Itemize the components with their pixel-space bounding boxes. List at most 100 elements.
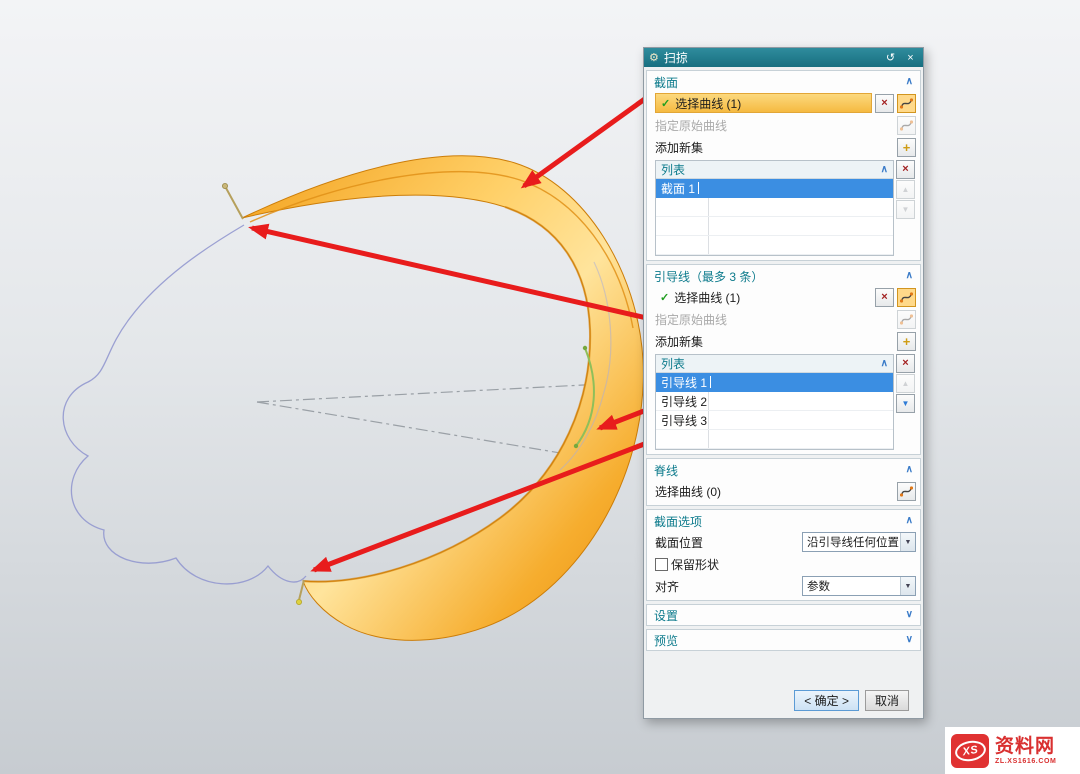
ok-button[interactable]: < 确定 > [794,690,859,711]
center-dash-line-upper [257,383,622,402]
alignment-dropdown[interactable]: 参数 ▼ [802,576,916,596]
expand-chevron-icon[interactable]: ∨ [906,635,913,645]
list-item-section-1[interactable]: 截面 1 [656,179,893,198]
guide-clear-selection-button[interactable]: × [875,288,894,307]
section-list-move-up-button: ▲ [896,180,915,199]
guide-list-header[interactable]: 列表 ∧ [656,355,893,373]
watermark-logo-text: XS [961,743,979,758]
guide-list-remove-button[interactable]: × [896,354,915,373]
settings-group-title: 设置 [654,607,906,624]
section-options-group: 截面选项 ∧ 截面位置 沿引导线任何位置 ▼ 保留形状 对齐 [646,509,921,601]
alignment-row: 对齐 参数 ▼ [647,575,920,597]
dropdown-arrow-icon: ▼ [900,533,915,551]
spine-group-header[interactable]: 脊线 ∧ [647,460,920,480]
cancel-button[interactable]: 取消 [865,690,909,711]
preserve-shape-checkbox[interactable] [655,558,668,571]
section-position-dropdown[interactable]: 沿引导线任何位置 ▼ [802,532,916,552]
settings-group-header[interactable]: 设置 ∨ [647,605,920,625]
guide-list-title: 列表 [661,355,881,372]
list-item-empty[interactable] [656,430,893,449]
list-item-label: 引导线 2 [661,393,707,410]
collapse-chevron-icon[interactable]: ∧ [906,516,913,526]
preserve-shape-label: 保留形状 [671,556,719,573]
check-icon: ✓ [660,291,669,304]
collapse-chevron-icon[interactable]: ∧ [881,359,888,369]
spine-select-curve-label: 选择曲线 (0) [655,483,721,500]
guide-select-curve-row: ✓ 选择曲线 (1) × [647,286,920,308]
guide-list-move-down-button[interactable]: ▼ [896,394,915,413]
check-icon: ✓ [661,97,670,110]
list-item-empty[interactable] [656,236,893,255]
section-clear-selection-button[interactable]: × [875,94,894,113]
list-item-guide-2[interactable]: 引导线 2 [656,392,893,411]
section-position-value: 沿引导线任何位置 [803,534,900,550]
list-item-guide-3[interactable]: 引导线 3 [656,411,893,430]
swept-surface[interactable] [242,156,643,641]
section-group-header[interactable]: 截面 ∧ [647,72,920,92]
gear-icon[interactable]: ⚙ [649,51,659,64]
list-item-label: 引导线 3 [661,412,707,429]
preview-group-header[interactable]: 预览 ∨ [647,630,920,650]
select-curve-icon [900,313,913,326]
list-item-label: 截面 1 [661,180,695,197]
section-list-title: 列表 [661,161,881,178]
guide-origin-curve-picker-button [897,310,916,329]
section-list-controls: × ▲ ▼ [896,160,916,219]
preview-group-title: 预览 [654,632,906,649]
list-item-guide-1[interactable]: 引导线 1 [656,373,893,392]
guide-list-body: 引导线 1 引导线 2 引导线 3 [656,373,893,449]
guide-select-curve-field[interactable]: ✓ 选择曲线 (1) [655,287,872,307]
sweep-dialog: ⚙ 扫掠 ↺ × 截面 ∧ ✓ 选择曲线 (1) × [643,47,924,719]
list-item-empty[interactable] [656,198,893,217]
section-options-title: 截面选项 [654,513,906,530]
watermark-brand: 资料网 [995,737,1055,756]
section-origin-curve-label: 指定原始曲线 [655,117,727,134]
expand-chevron-icon[interactable]: ∨ [906,610,913,620]
dialog-title: 扫掠 [664,49,878,66]
reset-icon[interactable]: ↺ [883,51,898,64]
section-curve-picker-button[interactable] [897,94,916,113]
guide-list-controls: × ▲ ▼ [896,354,916,413]
collapse-chevron-icon[interactable]: ∧ [881,165,888,175]
add-new-set-icon: + [903,141,911,154]
profile-spline-curve[interactable] [63,225,306,584]
section-position-label: 截面位置 [655,534,703,551]
spine-group: 脊线 ∧ 选择曲线 (0) [646,458,921,506]
collapse-chevron-icon[interactable]: ∧ [906,465,913,475]
top-tip-handle [226,188,243,219]
remove-icon: × [902,164,908,175]
select-curve-icon [900,119,913,132]
section-select-curve-row: ✓ 选择曲线 (1) × [647,92,920,114]
collapse-chevron-icon[interactable]: ∧ [906,77,913,87]
remove-icon: × [902,358,908,369]
collapse-chevron-icon[interactable]: ∧ [906,271,913,281]
watermark-text-block: 资料网 ZL.XS1616.COM [995,737,1056,765]
annotation-arrow-section-curve [524,88,660,186]
guide-curve-endpoint-top [583,346,587,350]
section-options-header[interactable]: 截面选项 ∧ [647,511,920,531]
guide-curve-picker-button[interactable] [897,288,916,307]
guide-add-set-button[interactable]: + [897,332,916,351]
guide-group-header[interactable]: 引导线（最多 3 条） ∧ [647,266,920,286]
section-list-remove-button[interactable]: × [896,160,915,179]
guide-curve-endpoint-bottom [574,444,578,448]
section-select-curve-label: 选择曲线 (1) [675,95,741,112]
dialog-titlebar[interactable]: ⚙ 扫掠 ↺ × [644,48,923,67]
dialog-button-row: < 确定 > 取消 [646,685,921,713]
arrow-up-icon: ▲ [902,186,910,194]
arrow-down-icon: ▼ [902,400,910,408]
dialog-body: 截面 ∧ ✓ 选择曲线 (1) × [644,67,923,718]
watermark-site: ZL.XS1616.COM [995,758,1056,765]
close-icon[interactable]: × [903,52,918,64]
section-select-curve-field[interactable]: ✓ 选择曲线 (1) [655,93,872,113]
text-cursor [698,182,699,194]
spine-curve-picker-button[interactable] [897,482,916,501]
section-list-header[interactable]: 列表 ∧ [656,161,893,179]
remove-icon: × [881,98,887,109]
list-item-empty[interactable] [656,217,893,236]
text-cursor [710,376,711,388]
watermark-logo: XS [951,734,989,768]
section-add-set-button[interactable]: + [897,138,916,157]
spine-select-curve-row: 选择曲线 (0) [647,480,920,502]
guide-list-move-up-button: ▲ [896,374,915,393]
